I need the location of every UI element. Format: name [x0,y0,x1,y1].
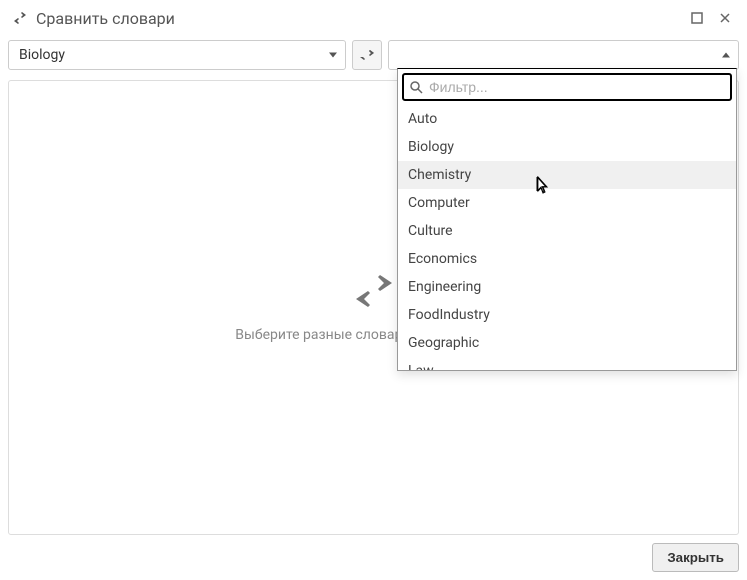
footer: Закрыть [0,535,747,580]
filter-input-wrap[interactable] [402,73,732,101]
dropdown-item[interactable]: Biology [398,133,736,161]
dropdown-item[interactable]: Engineering [398,273,736,301]
dropdown-item[interactable]: Auto [398,105,736,133]
filter-input[interactable] [429,79,724,95]
dropdown-item[interactable]: Computer [398,189,736,217]
titlebar: Сравнить словари [0,0,747,36]
left-dictionary-value: Biology [19,47,65,63]
dropdown-item[interactable]: Geographic [398,329,736,357]
swap-icon [12,10,28,26]
dropdown-item[interactable]: FoodIndustry [398,301,736,329]
maximize-button[interactable] [687,8,707,28]
window-title: Сравнить словари [36,9,679,28]
caret-up-icon [722,53,730,58]
swap-large-icon [352,273,396,313]
dropdown-item[interactable]: Culture [398,217,736,245]
search-icon [410,81,423,94]
caret-down-icon [329,53,337,58]
dropdown-item[interactable]: Economics [398,245,736,273]
right-dictionary-select[interactable] [388,40,739,70]
close-button[interactable]: Закрыть [652,543,739,572]
dropdown-item[interactable]: Law [398,357,736,370]
dropdown-item[interactable]: Chemistry [398,161,736,189]
close-window-button[interactable] [715,8,735,28]
left-dictionary-select[interactable]: Biology [8,40,346,70]
swap-button[interactable] [352,40,382,70]
dropdown-list[interactable]: AutoBiologyChemistryComputerCultureEcono… [398,105,736,370]
dictionary-dropdown: AutoBiologyChemistryComputerCultureEcono… [397,68,737,371]
